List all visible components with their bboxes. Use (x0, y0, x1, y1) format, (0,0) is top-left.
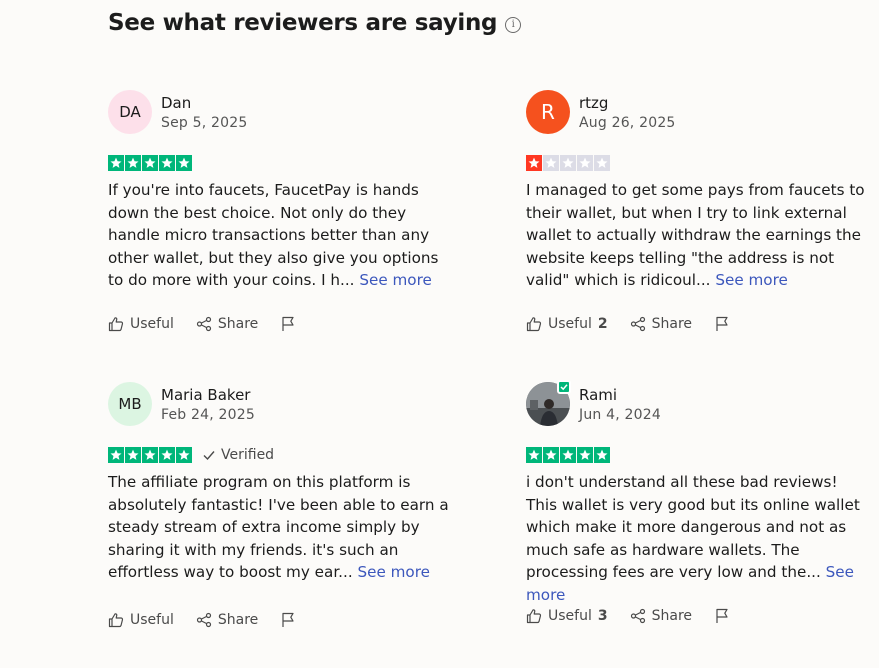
review-date: Sep 5, 2025 (161, 114, 248, 131)
reviewer-name[interactable]: Rami (579, 386, 661, 404)
review-text-content: I managed to get some pays from faucets … (526, 181, 865, 290)
see-more-link[interactable]: See more (715, 271, 788, 289)
info-icon[interactable]: i (505, 16, 522, 33)
useful-label: Useful (548, 316, 592, 332)
section-header: See what reviewers are saying i (108, 10, 522, 36)
verified-badge: Verified (202, 447, 274, 463)
review-text: If you're into faucets, FaucetPay is han… (108, 179, 453, 292)
star-icon (176, 447, 192, 463)
useful-button[interactable]: Useful 2 (526, 316, 608, 332)
star-icon (526, 447, 542, 463)
star-rating (526, 447, 610, 463)
star-icon (159, 447, 175, 463)
star-icon (594, 155, 610, 171)
star-icon (543, 155, 559, 171)
review-text: i don't understand all these bad reviews… (526, 471, 871, 607)
share-button[interactable]: Share (630, 316, 692, 332)
share-button[interactable]: Share (196, 612, 258, 628)
avatar[interactable]: MB (108, 382, 152, 426)
star-icon (560, 155, 576, 171)
avatar[interactable]: R (526, 90, 570, 134)
useful-count: 3 (597, 608, 608, 624)
review-text: The affiliate program on this platform i… (108, 471, 453, 584)
verified-profile-icon (557, 380, 571, 394)
review-card: Rami Jun 4, 2024 i don't understand all … (526, 380, 871, 607)
useful-label: Useful (130, 316, 174, 332)
reviewer-header: DA Dan Sep 5, 2025 (108, 89, 453, 135)
reviewer-name[interactable]: Maria Baker (161, 386, 255, 404)
see-more-link[interactable]: See more (359, 271, 432, 289)
useful-count: 2 (597, 316, 608, 332)
review-actions: Useful 3 Share (526, 608, 730, 624)
report-button[interactable] (280, 316, 296, 332)
review-card: DA Dan Sep 5, 2025 If you're into faucet… (108, 89, 453, 292)
star-icon (125, 155, 141, 171)
avatar[interactable] (526, 380, 571, 426)
star-icon (594, 447, 610, 463)
review-actions: Useful Share (108, 612, 296, 628)
flag-icon (716, 608, 728, 623)
share-button[interactable]: Share (630, 608, 692, 624)
section-title: See what reviewers are saying (108, 10, 498, 36)
useful-button[interactable]: Useful (108, 316, 174, 332)
review-date: Feb 24, 2025 (161, 406, 255, 423)
review-date: Aug 26, 2025 (579, 114, 676, 131)
star-icon (125, 447, 141, 463)
star-icon (526, 155, 542, 171)
report-button[interactable] (280, 612, 296, 628)
review-card: R rtzg Aug 26, 2025 I managed to get som… (526, 89, 871, 292)
share-icon (196, 612, 211, 628)
flag-icon (282, 612, 294, 627)
thumbs-up-icon (526, 609, 542, 624)
review-text: I managed to get some pays from faucets … (526, 179, 871, 292)
useful-label: Useful (130, 612, 174, 628)
review-actions: Useful Share (108, 316, 296, 332)
reviewer-header: Rami Jun 4, 2024 (526, 380, 871, 427)
review-actions: Useful 2 Share (526, 316, 730, 332)
share-label: Share (651, 608, 693, 624)
thumbs-up-icon (108, 317, 124, 332)
star-icon (142, 155, 158, 171)
reviewer-name[interactable]: Dan (161, 94, 247, 112)
share-label: Share (651, 316, 693, 332)
star-rating (108, 447, 192, 463)
share-label: Share (217, 612, 259, 628)
star-rating (526, 155, 610, 171)
see-more-link[interactable]: See more (357, 563, 430, 581)
star-icon (577, 447, 593, 463)
star-icon (108, 155, 124, 171)
reviewer-header: MB Maria Baker Feb 24, 2025 (108, 381, 453, 427)
star-rating (108, 155, 192, 171)
review-text-content: i don't understand all these bad reviews… (526, 473, 860, 582)
report-button[interactable] (714, 608, 730, 624)
useful-button[interactable]: Useful 3 (526, 608, 608, 624)
star-icon (142, 447, 158, 463)
review-date: Jun 4, 2024 (579, 406, 661, 423)
flag-icon (716, 316, 728, 331)
flag-icon (282, 316, 294, 331)
checkmark-icon (203, 451, 215, 461)
star-icon (543, 447, 559, 463)
useful-label: Useful (548, 608, 592, 624)
share-icon (630, 608, 645, 624)
review-card: MB Maria Baker Feb 24, 2025 Verified The… (108, 381, 453, 584)
share-button[interactable]: Share (196, 316, 258, 332)
useful-button[interactable]: Useful (108, 612, 174, 628)
share-label: Share (217, 316, 259, 332)
share-icon (196, 316, 211, 332)
avatar[interactable]: DA (108, 90, 152, 134)
share-icon (630, 316, 645, 332)
star-icon (577, 155, 593, 171)
reviewer-name[interactable]: rtzg (579, 94, 676, 112)
thumbs-up-icon (108, 613, 124, 628)
star-icon (560, 447, 576, 463)
star-icon (159, 155, 175, 171)
star-icon (108, 447, 124, 463)
reviewer-header: R rtzg Aug 26, 2025 (526, 89, 871, 135)
verified-label: Verified (221, 447, 275, 463)
thumbs-up-icon (526, 317, 542, 332)
star-icon (176, 155, 192, 171)
report-button[interactable] (714, 316, 730, 332)
